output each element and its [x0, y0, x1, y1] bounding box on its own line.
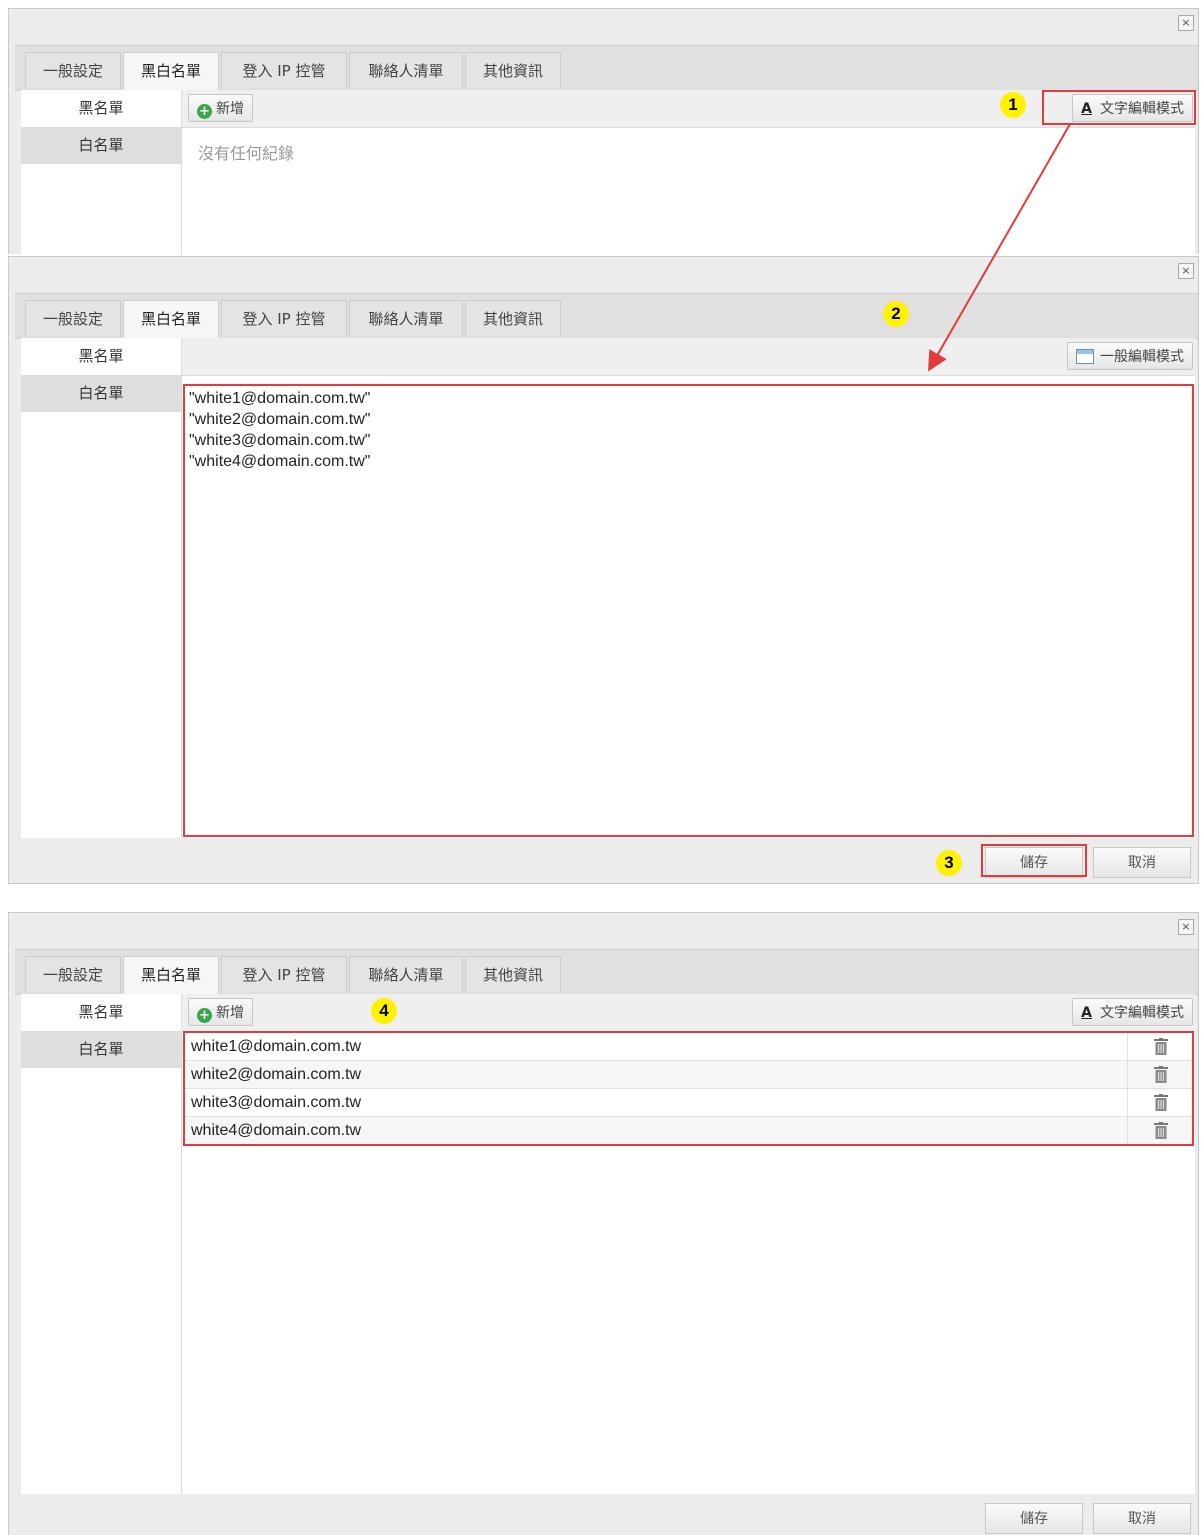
sidebar-item-whitelist[interactable]: 白名單: [21, 127, 181, 164]
add-icon: +: [197, 1008, 212, 1023]
text-mode-icon: A: [1081, 1005, 1092, 1021]
table-row: white1@domain.com.tw: [185, 1033, 1192, 1061]
callout-2: 2: [883, 301, 909, 327]
tab-contacts[interactable]: 聯絡人清單: [349, 300, 463, 336]
textarea-line: "white2@domain.com.tw": [189, 411, 371, 428]
tab-contacts[interactable]: 聯絡人清單: [349, 52, 463, 88]
add-icon: +: [197, 104, 212, 119]
table-row: white2@domain.com.tw: [185, 1061, 1192, 1089]
sidebar-item-blacklist[interactable]: 黑名單: [21, 994, 181, 1031]
whitelist-textarea[interactable]: "white1@domain.com.tw" "white2@domain.co…: [183, 384, 1194, 837]
textarea-line: "white1@domain.com.tw": [189, 390, 371, 407]
table-icon: [1076, 349, 1094, 364]
tab-bar: 一般設定 黑白名單 登入 IP 控管 聯絡人清單 其他資訊: [15, 45, 1198, 91]
whitelist-table: white1@domain.com.tw white2@domain.com.t…: [183, 1031, 1194, 1146]
normal-edit-mode-button[interactable]: 一般編輯模式: [1067, 342, 1193, 370]
add-button[interactable]: + 新增: [188, 94, 253, 122]
tab-other-info[interactable]: 其他資訊: [465, 52, 561, 88]
list-content: 一般編輯模式 "white1@domain.com.tw" "white2@do…: [182, 338, 1195, 838]
sidebar-item-blacklist[interactable]: 黑名單: [21, 338, 181, 375]
close-icon[interactable]: ×: [1178, 919, 1194, 935]
tab-bar: 一般設定 黑白名單 登入 IP 控管 聯絡人清單 其他資訊: [15, 949, 1198, 995]
email-cell: white2@domain.com.tw: [191, 1066, 362, 1083]
tab-general[interactable]: 一般設定: [25, 956, 121, 992]
tab-other-info[interactable]: 其他資訊: [465, 956, 561, 992]
tab-general[interactable]: 一般設定: [25, 300, 121, 336]
email-cell: white4@domain.com.tw: [191, 1122, 362, 1139]
tab-login-ip[interactable]: 登入 IP 控管: [221, 956, 347, 992]
tab-other-info[interactable]: 其他資訊: [465, 300, 561, 336]
table-row: white4@domain.com.tw: [185, 1117, 1192, 1144]
row-action-cell: [1127, 1033, 1192, 1060]
callout-4: 4: [371, 998, 397, 1024]
table-row: white3@domain.com.tw: [185, 1089, 1192, 1117]
close-icon[interactable]: ×: [1178, 15, 1194, 31]
tab-blackwhite-list[interactable]: 黑白名單: [123, 300, 219, 339]
textarea-line: "white3@domain.com.tw": [189, 432, 371, 449]
trash-icon[interactable]: [1154, 1038, 1168, 1055]
tab-blackwhite-list[interactable]: 黑白名單: [123, 956, 219, 995]
sidebar-item-blacklist[interactable]: 黑名單: [21, 90, 181, 127]
list-sidebar: 黑名單 白名單: [21, 90, 182, 255]
email-cell: white1@domain.com.tw: [191, 1038, 362, 1055]
cancel-button[interactable]: 取消: [1093, 847, 1191, 878]
tab-bar: 一般設定 黑白名單 登入 IP 控管 聯絡人清單 其他資訊: [15, 293, 1198, 339]
tab-blackwhite-list[interactable]: 黑白名單: [123, 52, 219, 91]
tab-login-ip[interactable]: 登入 IP 控管: [221, 52, 347, 88]
sidebar-item-whitelist[interactable]: 白名單: [21, 375, 181, 412]
row-action-cell: [1127, 1061, 1192, 1088]
tab-contacts[interactable]: 聯絡人清單: [349, 956, 463, 992]
add-button[interactable]: + 新增: [188, 998, 253, 1026]
tab-login-ip[interactable]: 登入 IP 控管: [221, 300, 347, 336]
dialog-panel-1: × 一般設定 黑白名單 登入 IP 控管 聯絡人清單 其他資訊 黑名單 白名單 …: [8, 8, 1199, 255]
trash-icon[interactable]: [1154, 1122, 1168, 1139]
toolbar: + 新增 A 文字編輯模式: [182, 994, 1195, 1032]
toolbar: 一般編輯模式: [182, 338, 1195, 376]
list-content: + 新增 A 文字編輯模式 white1@domain.com.tw white2@…: [182, 994, 1195, 1494]
textarea-line: "white4@domain.com.tw": [189, 453, 371, 470]
row-action-cell: [1127, 1117, 1192, 1144]
dialog-panel-3: × 一般設定 黑白名單 登入 IP 控管 聯絡人清單 其他資訊 黑名單 白名單 …: [8, 912, 1199, 1535]
cancel-button[interactable]: 取消: [1093, 1503, 1191, 1534]
row-action-cell: [1127, 1089, 1192, 1116]
list-sidebar: 黑名單 白名單: [21, 338, 182, 838]
trash-icon[interactable]: [1154, 1066, 1168, 1083]
save-button[interactable]: 儲存: [985, 1503, 1083, 1534]
list-sidebar: 黑名單 白名單: [21, 994, 182, 1494]
highlight-save-button: [981, 844, 1087, 877]
callout-1: 1: [1000, 92, 1026, 118]
email-cell: white3@domain.com.tw: [191, 1094, 362, 1111]
callout-3: 3: [936, 850, 962, 876]
empty-message: 沒有任何紀錄: [198, 144, 295, 163]
text-edit-mode-button[interactable]: A 文字編輯模式: [1072, 998, 1193, 1026]
dialog-panel-2: × 一般設定 黑白名單 登入 IP 控管 聯絡人清單 其他資訊 黑名單 白名單 …: [8, 256, 1199, 884]
tab-general[interactable]: 一般設定: [25, 52, 121, 88]
trash-icon[interactable]: [1154, 1094, 1168, 1111]
close-icon[interactable]: ×: [1178, 263, 1194, 279]
sidebar-item-whitelist[interactable]: 白名單: [21, 1031, 181, 1068]
highlight-text-mode-button: [1042, 90, 1196, 125]
